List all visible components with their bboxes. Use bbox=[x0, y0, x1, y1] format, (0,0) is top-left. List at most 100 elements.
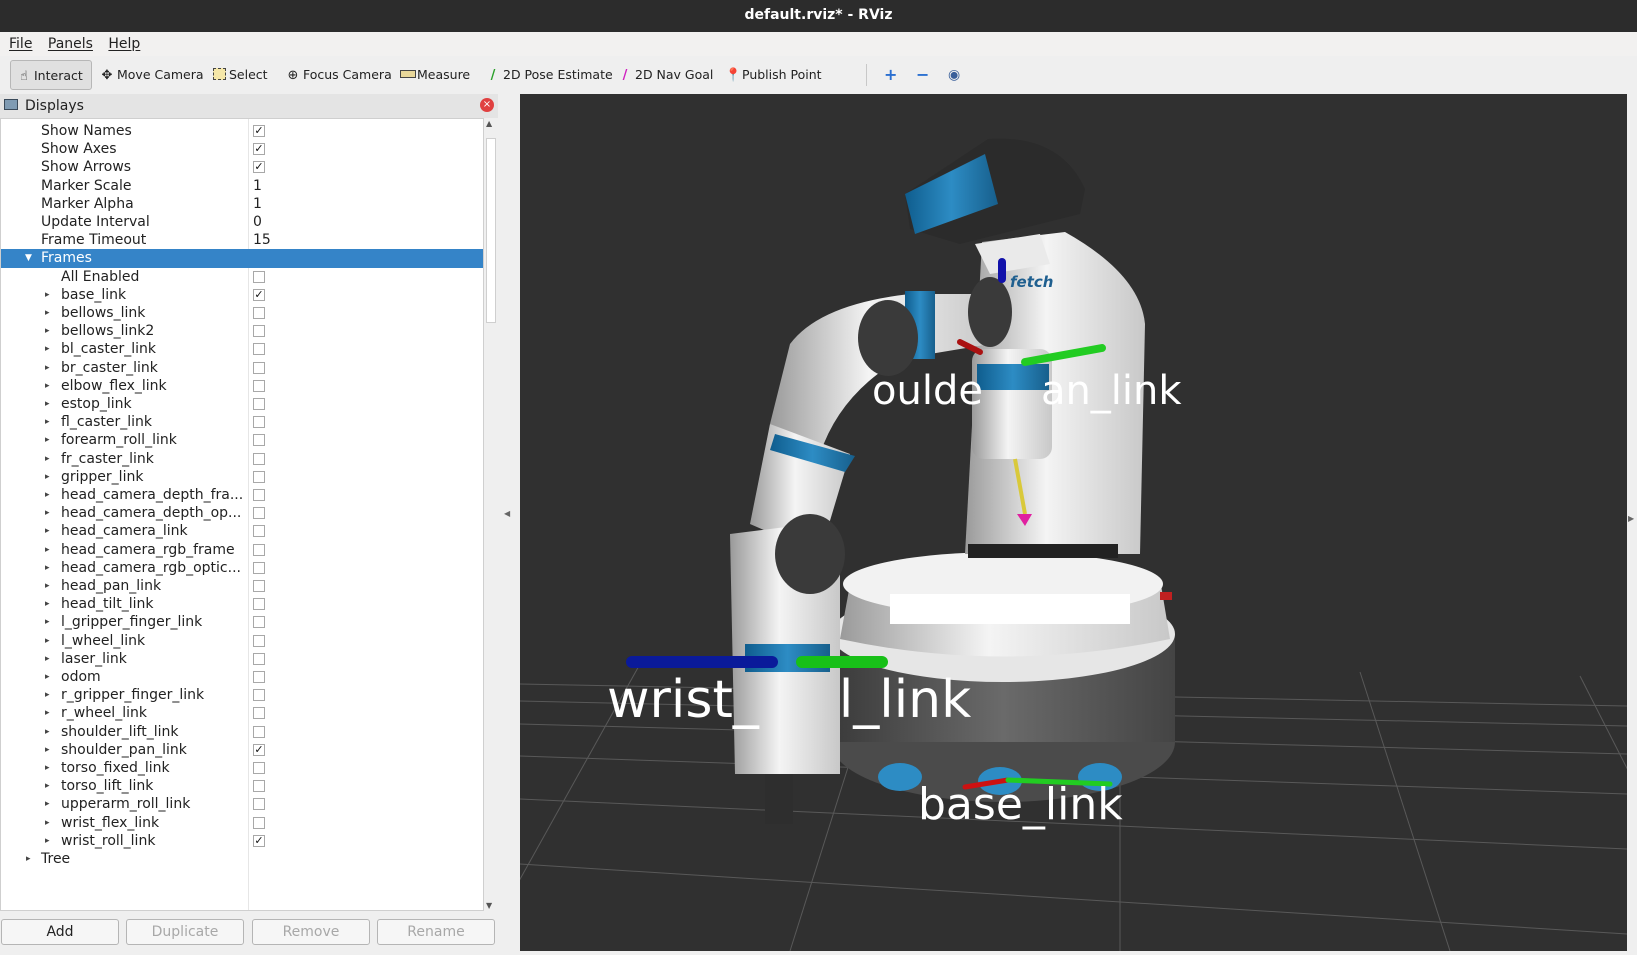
displays-tree[interactable]: Show Names ✓ Show Axes ✓ Show Arrows ✓ Marker … bbox=[0, 118, 484, 911]
expand-right-icon[interactable]: ▸ bbox=[45, 832, 50, 851]
expand-right-icon[interactable]: ▸ bbox=[45, 395, 50, 414]
expand-right-icon[interactable]: ▸ bbox=[45, 322, 50, 341]
view-eye-icon[interactable]: ◉ bbox=[942, 60, 966, 90]
frame-row[interactable]: ▸ gripper_link bbox=[1, 468, 483, 487]
frame-row-checkbox[interactable] bbox=[253, 707, 265, 720]
frame-row[interactable]: ▸ l_gripper_finger_link bbox=[1, 613, 483, 632]
duplicate-button[interactable]: Duplicate bbox=[126, 919, 244, 945]
tool-2d-nav-goal[interactable]: /2D Nav Goal bbox=[612, 60, 719, 90]
frame-row-checkbox[interactable] bbox=[253, 634, 265, 647]
tool-move-camera[interactable]: ✥ Move Camera bbox=[94, 60, 210, 90]
property-row[interactable]: Update Interval 0 bbox=[1, 213, 483, 232]
frame-row-checkbox[interactable] bbox=[253, 361, 265, 374]
menu-help[interactable]: Help bbox=[108, 32, 140, 56]
add-button[interactable]: Add bbox=[1, 919, 119, 945]
expand-right-icon[interactable]: ▸ bbox=[26, 850, 31, 869]
frame-row[interactable]: ▸ head_camera_rgb_frame bbox=[1, 541, 483, 560]
expand-right-icon[interactable]: ▸ bbox=[45, 286, 50, 305]
collapse-right-icon[interactable]: ▶ bbox=[1628, 514, 1634, 523]
all-enabled-row[interactable]: All Enabled bbox=[1, 268, 483, 287]
frame-row-checkbox[interactable] bbox=[253, 616, 265, 629]
frame-row[interactable]: ▸ base_link ✓ bbox=[1, 286, 483, 305]
scroll-up-arrow-icon[interactable]: ▲ bbox=[486, 119, 492, 128]
expand-right-icon[interactable]: ▸ bbox=[45, 777, 50, 796]
expand-right-icon[interactable]: ▸ bbox=[45, 304, 50, 323]
frame-row[interactable]: ▸ torso_lift_link bbox=[1, 777, 483, 796]
frame-row-checkbox[interactable] bbox=[253, 379, 265, 392]
frame-row-checkbox[interactable] bbox=[253, 652, 265, 665]
frame-row-checkbox[interactable] bbox=[253, 470, 265, 483]
frame-row-checkbox[interactable] bbox=[253, 561, 265, 574]
add-tool-icon[interactable]: + bbox=[878, 60, 903, 90]
frame-row-checkbox[interactable] bbox=[253, 489, 265, 501]
expand-right-icon[interactable]: ▸ bbox=[45, 704, 50, 723]
expand-right-icon[interactable]: ▸ bbox=[45, 577, 50, 596]
expand-down-icon[interactable]: ▼ bbox=[25, 249, 32, 268]
tree-scrollbar[interactable]: ▲ ▼ bbox=[484, 118, 498, 911]
frame-row-checkbox[interactable] bbox=[253, 434, 265, 447]
frame-row[interactable]: ▸ bellows_link bbox=[1, 304, 483, 323]
property-row-value[interactable]: 15 bbox=[253, 231, 271, 250]
expand-right-icon[interactable]: ▸ bbox=[45, 668, 50, 687]
property-row[interactable]: Frame Timeout 15 bbox=[1, 231, 483, 250]
frame-row-checkbox[interactable] bbox=[253, 543, 265, 556]
3d-viewport[interactable]: fetch oulde an_link wrist_ l_link base_l… bbox=[520, 94, 1627, 951]
frame-row-checkbox[interactable] bbox=[253, 325, 265, 338]
expand-right-icon[interactable]: ▸ bbox=[45, 650, 50, 669]
frame-row[interactable]: ▸ head_camera_rgb_optic... bbox=[1, 559, 483, 578]
expand-right-icon[interactable]: ▸ bbox=[45, 541, 50, 560]
tool-focus-camera[interactable]: ⊕ Focus Camera bbox=[280, 60, 398, 90]
expand-right-icon[interactable]: ▸ bbox=[45, 723, 50, 742]
expand-right-icon[interactable]: ▸ bbox=[45, 759, 50, 778]
property-row[interactable]: Show Names ✓ bbox=[1, 122, 483, 141]
frame-row[interactable]: ▸ br_caster_link bbox=[1, 359, 483, 378]
frame-row[interactable]: ▸ wrist_flex_link bbox=[1, 814, 483, 833]
tree-group-row[interactable]: ▸ Tree bbox=[1, 850, 483, 869]
expand-right-icon[interactable]: ▸ bbox=[45, 613, 50, 632]
right-collapse-strip[interactable]: ▶ bbox=[1627, 94, 1637, 955]
tool-2d-pose-estimate[interactable]: /2D Pose Estimate bbox=[480, 60, 619, 90]
frame-row-checkbox[interactable] bbox=[253, 343, 265, 356]
tool-interact[interactable]: ☝ Interact bbox=[10, 60, 92, 90]
frame-row-checkbox[interactable] bbox=[253, 452, 265, 465]
menu-file[interactable]: File bbox=[9, 32, 32, 56]
property-row[interactable]: Show Arrows ✓ bbox=[1, 158, 483, 177]
all-enabled-row-checkbox[interactable] bbox=[253, 270, 265, 283]
expand-right-icon[interactable]: ▸ bbox=[45, 413, 50, 432]
property-row[interactable]: Marker Alpha 1 bbox=[1, 195, 483, 214]
menu-panels[interactable]: Panels bbox=[48, 32, 93, 56]
frame-row[interactable]: ▸ head_camera_depth_op... bbox=[1, 504, 483, 523]
frame-row[interactable]: ▸ forearm_roll_link bbox=[1, 431, 483, 450]
frame-row-checkbox[interactable] bbox=[253, 580, 265, 592]
expand-right-icon[interactable]: ▸ bbox=[45, 686, 50, 705]
frame-row[interactable]: ▸ upperarm_roll_link bbox=[1, 795, 483, 814]
frame-row-checkbox[interactable]: ✓ bbox=[253, 288, 265, 301]
rename-button[interactable]: Rename bbox=[377, 919, 495, 945]
frame-row-checkbox[interactable] bbox=[253, 398, 265, 410]
frame-row-checkbox[interactable] bbox=[253, 416, 265, 429]
expand-right-icon[interactable]: ▸ bbox=[45, 377, 50, 396]
frame-row-checkbox[interactable] bbox=[253, 725, 265, 738]
expand-right-icon[interactable]: ▸ bbox=[45, 632, 50, 651]
property-row[interactable]: Marker Scale 1 bbox=[1, 177, 483, 196]
expand-right-icon[interactable]: ▸ bbox=[45, 359, 50, 378]
tool-publish-point[interactable]: 📍Publish Point bbox=[719, 60, 828, 90]
expand-right-icon[interactable]: ▸ bbox=[45, 340, 50, 359]
frame-row[interactable]: ▸ fl_caster_link bbox=[1, 413, 483, 432]
frame-row[interactable]: ▸ bl_caster_link bbox=[1, 340, 483, 359]
close-panel-icon[interactable]: × bbox=[480, 98, 494, 112]
frame-row-checkbox[interactable] bbox=[253, 816, 265, 829]
frame-row-checkbox[interactable] bbox=[253, 780, 265, 793]
collapse-left-icon[interactable]: ◀ bbox=[504, 509, 510, 518]
frame-row-checkbox[interactable] bbox=[253, 598, 265, 611]
remove-button[interactable]: Remove bbox=[252, 919, 370, 945]
property-row-value[interactable]: 1 bbox=[253, 195, 262, 214]
expand-right-icon[interactable]: ▸ bbox=[45, 468, 50, 487]
frame-row[interactable]: ▸ r_gripper_finger_link bbox=[1, 686, 483, 705]
expand-right-icon[interactable]: ▸ bbox=[45, 486, 50, 505]
expand-right-icon[interactable]: ▸ bbox=[45, 795, 50, 814]
frame-row-checkbox[interactable] bbox=[253, 689, 265, 702]
frame-row[interactable]: ▸ fr_caster_link bbox=[1, 450, 483, 469]
scroll-down-arrow-icon[interactable]: ▼ bbox=[486, 901, 492, 910]
frame-row[interactable]: ▸ r_wheel_link bbox=[1, 704, 483, 723]
